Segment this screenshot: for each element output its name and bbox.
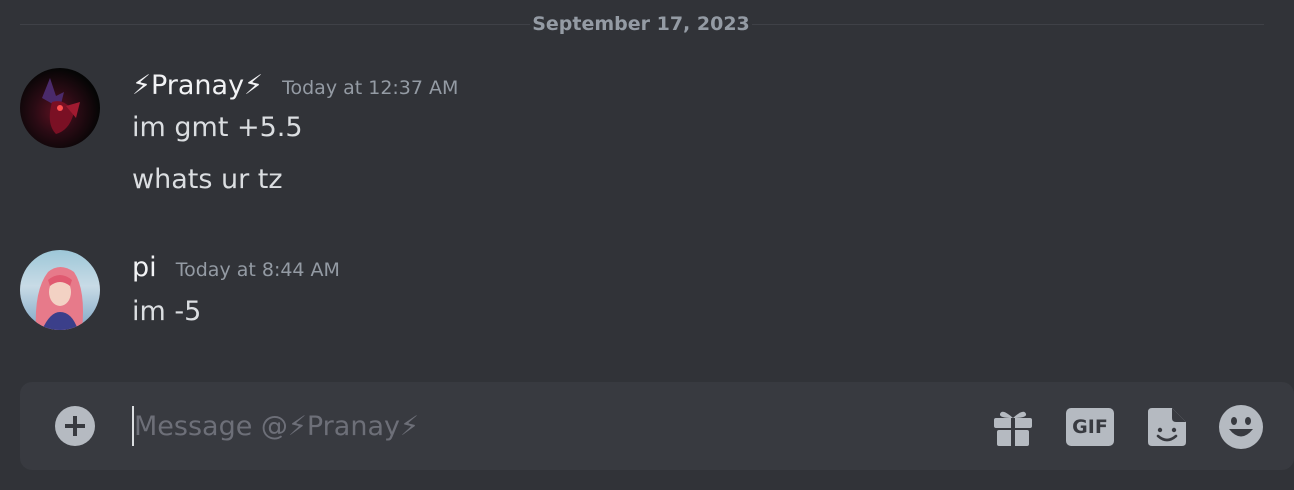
gif-icon[interactable]: GIF	[1066, 404, 1114, 450]
emoji-icon[interactable]	[1218, 404, 1264, 450]
message-text: im gmt +5.5	[132, 112, 303, 143]
message-header: pi Today at 8:44 AM	[132, 252, 340, 283]
message-text: im -5	[132, 296, 202, 327]
avatar-image	[35, 267, 83, 330]
sticker-icon[interactable]	[1144, 404, 1190, 450]
gift-icon[interactable]	[990, 404, 1036, 450]
username[interactable]: ⚡Pranay⚡	[132, 70, 263, 101]
date-divider-label: September 17, 2023	[532, 13, 750, 35]
message-header: ⚡Pranay⚡ Today at 12:37 AM	[132, 70, 458, 101]
avatar[interactable]	[20, 68, 100, 148]
divider-line-right	[752, 24, 1264, 25]
message-composer: GIF	[20, 382, 1294, 470]
plus-circle-icon[interactable]	[55, 406, 95, 446]
username[interactable]: pi	[132, 252, 157, 283]
gif-label: GIF	[1066, 408, 1114, 446]
divider-line-left	[20, 24, 530, 25]
timestamp[interactable]: Today at 12:37 AM	[282, 77, 458, 99]
date-divider: September 17, 2023	[20, 13, 1264, 35]
avatar[interactable]	[20, 250, 100, 330]
message-text: whats ur tz	[132, 164, 283, 195]
timestamp[interactable]: Today at 8:44 AM	[176, 259, 340, 281]
message-input[interactable]	[134, 404, 974, 448]
avatar-image	[42, 78, 80, 134]
